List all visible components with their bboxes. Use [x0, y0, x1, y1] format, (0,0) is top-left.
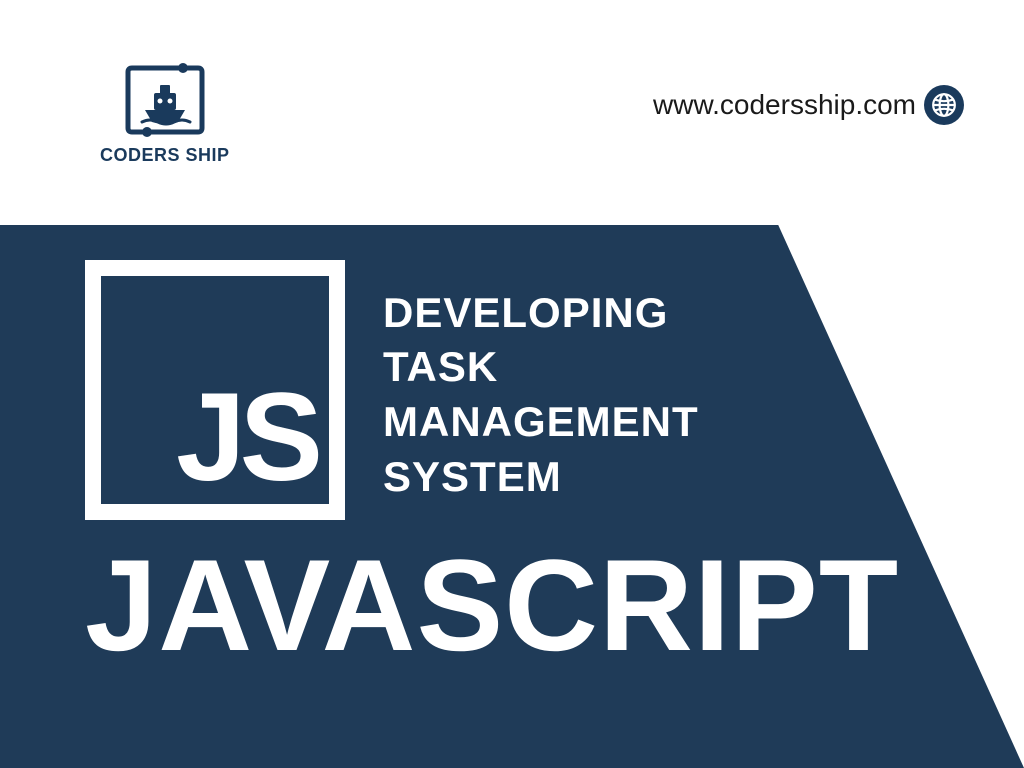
headline-line-3: MANAGEMENT: [383, 395, 699, 450]
hero-content: JS DEVELOPING TASK MANAGEMENT SYSTEM JAV…: [0, 260, 1024, 670]
brand-logo-block: CODERS SHIP: [100, 60, 230, 166]
js-logo-badge: JS: [85, 260, 345, 520]
website-url: www.codersship.com: [653, 89, 916, 121]
hero-top-row: JS DEVELOPING TASK MANAGEMENT SYSTEM: [85, 260, 1024, 520]
brand-name: CODERS SHIP: [100, 145, 230, 166]
js-logo-text: JS: [176, 375, 317, 500]
website-url-block: www.codersship.com: [653, 85, 964, 125]
ship-logo-icon: [120, 60, 210, 140]
headline-line-1: DEVELOPING: [383, 286, 699, 341]
headline-line-2: TASK: [383, 340, 699, 395]
headline-group: DEVELOPING TASK MANAGEMENT SYSTEM: [383, 260, 699, 520]
headline-line-4: SYSTEM: [383, 450, 699, 505]
main-title: JAVASCRIPT: [85, 540, 1024, 670]
globe-icon: [924, 85, 964, 125]
header-region: CODERS SHIP www.codersship.com: [0, 0, 1024, 225]
